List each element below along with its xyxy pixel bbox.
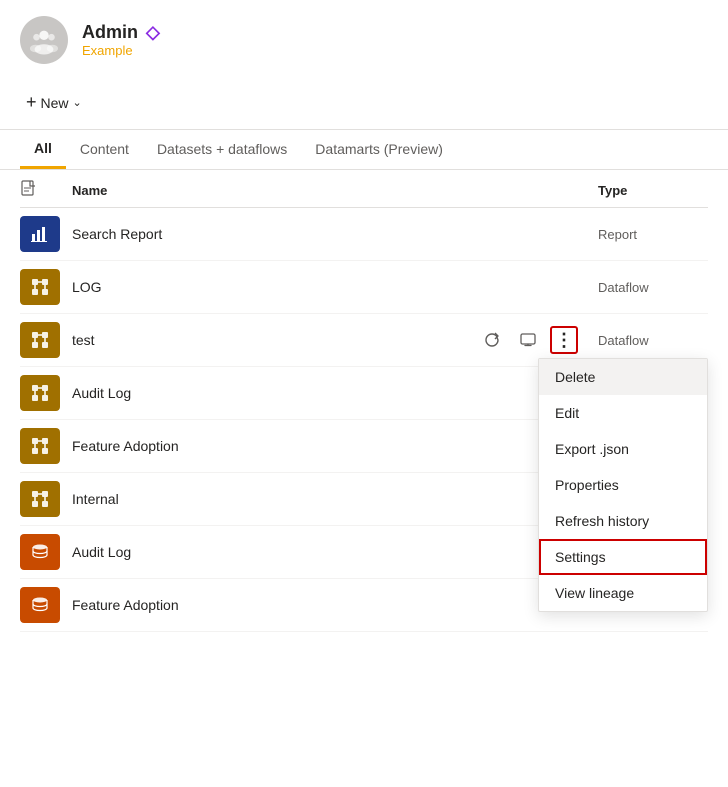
avatar	[20, 16, 68, 64]
database-icon	[30, 595, 50, 615]
plus-icon: +	[26, 92, 37, 113]
item-type: Dataflow	[598, 333, 708, 348]
item-name: test	[72, 332, 466, 348]
dataflow-icon	[20, 481, 60, 517]
database-icon	[30, 542, 50, 562]
tab-datasets[interactable]: Datasets + dataflows	[143, 131, 301, 169]
menu-item-settings[interactable]: Settings	[539, 539, 707, 575]
bar-chart-icon	[30, 224, 50, 244]
menu-item-export-json[interactable]: Export .json	[539, 431, 707, 467]
table-row: LOG Dataflow	[20, 261, 708, 314]
refresh-circle-icon	[483, 331, 501, 349]
workspace-subtitle: Example	[82, 43, 160, 58]
compute-icon[interactable]	[514, 326, 542, 354]
table-container: Name Type Search Report Report	[0, 170, 728, 632]
tab-content[interactable]: Content	[66, 131, 143, 169]
menu-item-delete[interactable]: Delete	[539, 359, 707, 395]
table-header: Name Type	[20, 170, 708, 208]
dataflow-grid-icon	[30, 277, 50, 297]
tabs-bar: All Content Datasets + dataflows Datamar…	[0, 130, 728, 170]
refresh-icon[interactable]	[478, 326, 506, 354]
people-icon	[29, 25, 59, 55]
item-name: Feature Adoption	[72, 597, 586, 613]
dataflow-icon	[20, 269, 60, 305]
new-label: New	[41, 95, 69, 111]
item-name: Internal	[72, 491, 586, 507]
header-info: Admin ◇ Example	[82, 22, 160, 58]
table-row-test: test ⋮ Dataflow Delete Edit Expo	[20, 314, 708, 367]
datamart-icon	[20, 534, 60, 570]
premium-diamond-icon: ◇	[146, 22, 160, 43]
dataflow-grid-icon	[30, 330, 50, 350]
dataflow-grid-icon	[30, 383, 50, 403]
dataflow-icon	[20, 428, 60, 464]
menu-item-view-lineage[interactable]: View lineage	[539, 575, 707, 611]
menu-item-refresh-history[interactable]: Refresh history	[539, 503, 707, 539]
dataflow-icon	[20, 375, 60, 411]
context-menu: Delete Edit Export .json Properties Refr…	[538, 358, 708, 612]
table-row: Search Report Report	[20, 208, 708, 261]
tab-all[interactable]: All	[20, 130, 66, 169]
header: Admin ◇ Example	[0, 0, 728, 80]
item-name: Feature Adoption	[72, 438, 586, 454]
monitor-icon	[519, 331, 537, 349]
menu-item-properties[interactable]: Properties	[539, 467, 707, 503]
tab-datamarts[interactable]: Datamarts (Preview)	[301, 131, 457, 169]
item-name: Search Report	[72, 226, 586, 242]
th-type: Type	[598, 183, 708, 198]
row-actions: ⋮	[478, 326, 578, 354]
item-type: Report	[598, 227, 708, 242]
dataflow-grid-icon	[30, 436, 50, 456]
datamart-icon	[20, 587, 60, 623]
item-type: Dataflow	[598, 280, 708, 295]
item-name: LOG	[72, 279, 586, 295]
new-button[interactable]: + New ⌄	[20, 88, 88, 117]
admin-title: Admin	[82, 22, 138, 43]
item-name: Audit Log	[72, 385, 586, 401]
th-icon-col	[20, 180, 60, 201]
report-icon	[20, 216, 60, 252]
dataflow-grid-icon	[30, 489, 50, 509]
menu-item-edit[interactable]: Edit	[539, 395, 707, 431]
header-name: Admin ◇	[82, 22, 160, 43]
more-options-button[interactable]: ⋮	[550, 326, 578, 354]
item-name: Audit Log	[72, 544, 586, 560]
th-name: Name	[72, 183, 586, 198]
dataflow-icon	[20, 322, 60, 358]
file-icon	[20, 180, 38, 198]
toolbar: + New ⌄	[0, 80, 728, 130]
chevron-down-icon: ⌄	[73, 96, 82, 109]
